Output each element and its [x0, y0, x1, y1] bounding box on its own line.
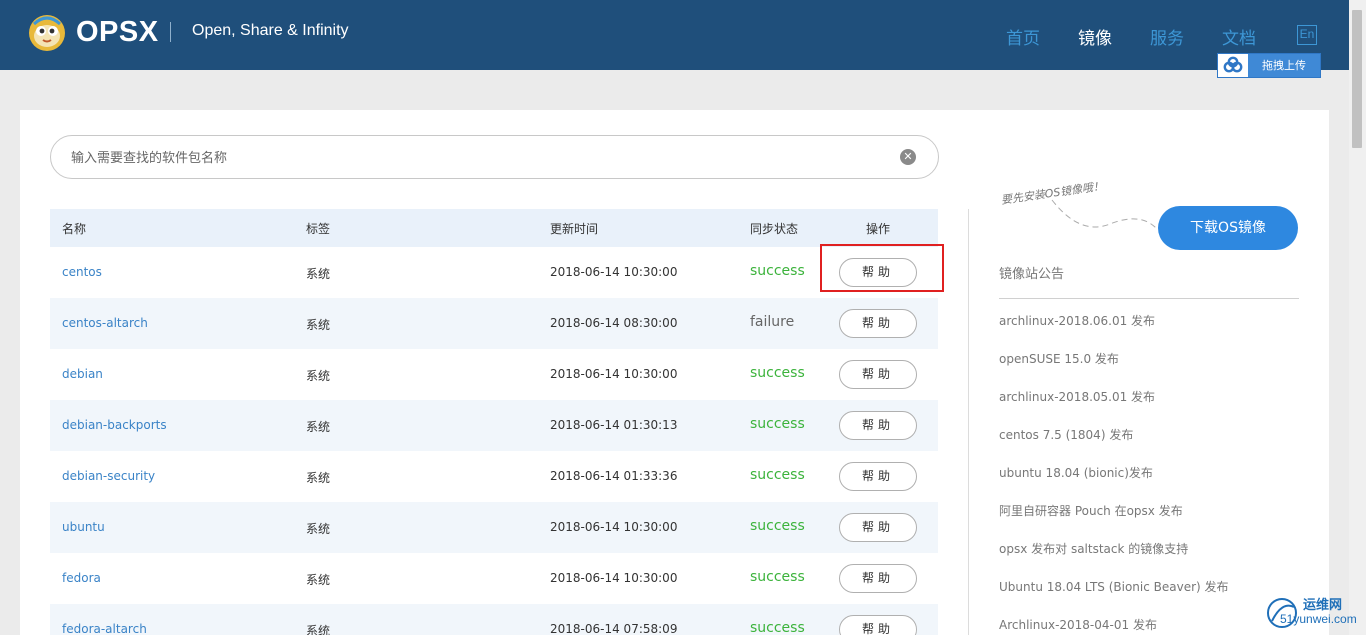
mirror-table: 名称 标签 更新时间 同步状态 操作 centos 系统 2018-06-14 …: [50, 209, 938, 635]
brand-name[interactable]: OPSX: [76, 16, 159, 49]
table-row: debian-backports 系统 2018-06-14 01:30:13 …: [50, 400, 938, 451]
mirror-tag: 系统: [306, 471, 331, 485]
header-tag: 标签: [306, 222, 331, 236]
mirror-tag: 系统: [306, 522, 331, 536]
help-button[interactable]: 帮助: [839, 360, 917, 389]
watermark-url: 51yunwei.com: [1280, 612, 1357, 626]
hint-curve-decoration: [1051, 199, 1157, 229]
mirror-updated-time: 2018-06-14 01:33:36: [550, 469, 678, 483]
search-input[interactable]: [71, 147, 891, 169]
sync-status: success: [750, 569, 805, 585]
help-button[interactable]: 帮助: [839, 309, 917, 338]
language-switch-button[interactable]: En: [1297, 25, 1317, 45]
mirror-name-link[interactable]: debian: [62, 367, 103, 381]
mirror-updated-time: 2018-06-14 10:30:00: [550, 520, 678, 534]
package-search-box[interactable]: ✕: [50, 135, 939, 179]
highlight-annotation-box: [820, 244, 944, 292]
header-sync-status: 同步状态: [750, 222, 799, 236]
mirror-tag: 系统: [306, 318, 331, 332]
sync-status: success: [750, 518, 805, 534]
mirror-updated-time: 2018-06-14 10:30:00: [550, 367, 678, 381]
drag-upload-label: 拖拽上传: [1248, 54, 1320, 77]
mirror-name-link[interactable]: centos-altarch: [62, 316, 148, 330]
mirror-name-link[interactable]: centos: [62, 265, 102, 279]
nav-services[interactable]: 服务: [1150, 24, 1184, 49]
mirror-tag: 系统: [306, 267, 331, 281]
announcement-item[interactable]: ubuntu 18.04 (bionic)发布: [999, 464, 1153, 481]
sync-status: success: [750, 263, 805, 279]
table-row: debian 系统 2018-06-14 10:30:00 success 帮助: [50, 349, 938, 400]
download-os-image-button[interactable]: 下载OS镜像: [1158, 206, 1298, 250]
sidebar-divider: [968, 209, 969, 635]
mirror-tag: 系统: [306, 624, 331, 635]
opsx-logo-icon[interactable]: [28, 14, 66, 52]
header-action: 操作: [866, 222, 891, 236]
mirror-name-link[interactable]: fedora-altarch: [62, 622, 147, 635]
scrollbar-thumb[interactable]: [1352, 10, 1362, 148]
sync-status: success: [750, 620, 805, 635]
mirror-tag: 系统: [306, 420, 331, 434]
sync-status: success: [750, 467, 805, 483]
clear-search-icon[interactable]: ✕: [900, 149, 916, 165]
help-button[interactable]: 帮助: [839, 462, 917, 491]
mirror-tag: 系统: [306, 369, 331, 383]
watermark-title: 运维网: [1303, 598, 1343, 613]
help-button[interactable]: 帮助: [839, 615, 917, 635]
table-row: fedora 系统 2018-06-14 10:30:00 success 帮助: [50, 553, 938, 604]
mirror-updated-time: 2018-06-14 01:30:13: [550, 418, 678, 432]
help-button[interactable]: 帮助: [839, 513, 917, 542]
announcement-item[interactable]: Ubuntu 18.04 LTS (Bionic Beaver) 发布: [999, 578, 1229, 595]
announcement-item[interactable]: archlinux-2018.06.01 发布: [999, 312, 1155, 329]
mirror-updated-time: 2018-06-14 10:30:00: [550, 571, 678, 585]
mirror-tag: 系统: [306, 573, 331, 587]
mirror-name-link[interactable]: ubuntu: [62, 520, 105, 534]
announcement-item[interactable]: archlinux-2018.05.01 发布: [999, 388, 1155, 405]
announcement-item[interactable]: centos 7.5 (1804) 发布: [999, 426, 1133, 443]
mirror-name-link[interactable]: debian-security: [62, 469, 155, 483]
announcement-divider: [999, 298, 1299, 299]
mirror-name-link[interactable]: debian-backports: [62, 418, 167, 432]
help-button[interactable]: 帮助: [839, 564, 917, 593]
sync-status: failure: [750, 314, 795, 330]
header-name: 名称: [62, 222, 87, 236]
table-row: ubuntu 系统 2018-06-14 10:30:00 success 帮助: [50, 502, 938, 553]
announcement-item[interactable]: openSUSE 15.0 发布: [999, 350, 1119, 367]
sync-status: success: [750, 416, 805, 432]
top-navbar: OPSX Open, Share & Infinity 首页 镜像 服务 文档 …: [0, 0, 1366, 78]
nav-mirrors[interactable]: 镜像: [1078, 24, 1112, 49]
brand-divider: [170, 22, 171, 42]
nav-home[interactable]: 首页: [1006, 24, 1040, 49]
cloud-icon: [1218, 54, 1248, 77]
announcement-title: 镜像站公告: [999, 267, 1065, 282]
mirror-updated-time: 2018-06-14 08:30:00: [550, 316, 678, 330]
page-scrollbar[interactable]: [1349, 0, 1366, 635]
mirror-updated-time: 2018-06-14 07:58:09: [550, 622, 678, 635]
drag-upload-button[interactable]: 拖拽上传: [1217, 53, 1321, 78]
mirror-name-link[interactable]: fedora: [62, 571, 101, 585]
table-row: centos 系统 2018-06-14 10:30:00 success 帮助: [50, 247, 938, 298]
table-header: 名称 标签 更新时间 同步状态 操作: [50, 209, 938, 247]
table-row: fedora-altarch 系统 2018-06-14 07:58:09 su…: [50, 604, 938, 635]
announcement-item[interactable]: 阿里自研容器 Pouch 在opsx 发布: [999, 502, 1183, 519]
table-row: centos-altarch 系统 2018-06-14 08:30:00 fa…: [50, 298, 938, 349]
table-row: debian-security 系统 2018-06-14 01:33:36 s…: [50, 451, 938, 502]
announcement-item[interactable]: Archlinux-2018-04-01 发布: [999, 616, 1157, 633]
nav-docs[interactable]: 文档: [1222, 24, 1256, 49]
announcement-item[interactable]: opsx 发布对 saltstack 的镜像支持: [999, 540, 1188, 557]
header-updated: 更新时间: [550, 222, 599, 236]
brand-tagline: Open, Share & Infinity: [192, 22, 349, 39]
sync-status: success: [750, 365, 805, 381]
help-button[interactable]: 帮助: [839, 411, 917, 440]
mirror-updated-time: 2018-06-14 10:30:00: [550, 265, 678, 279]
